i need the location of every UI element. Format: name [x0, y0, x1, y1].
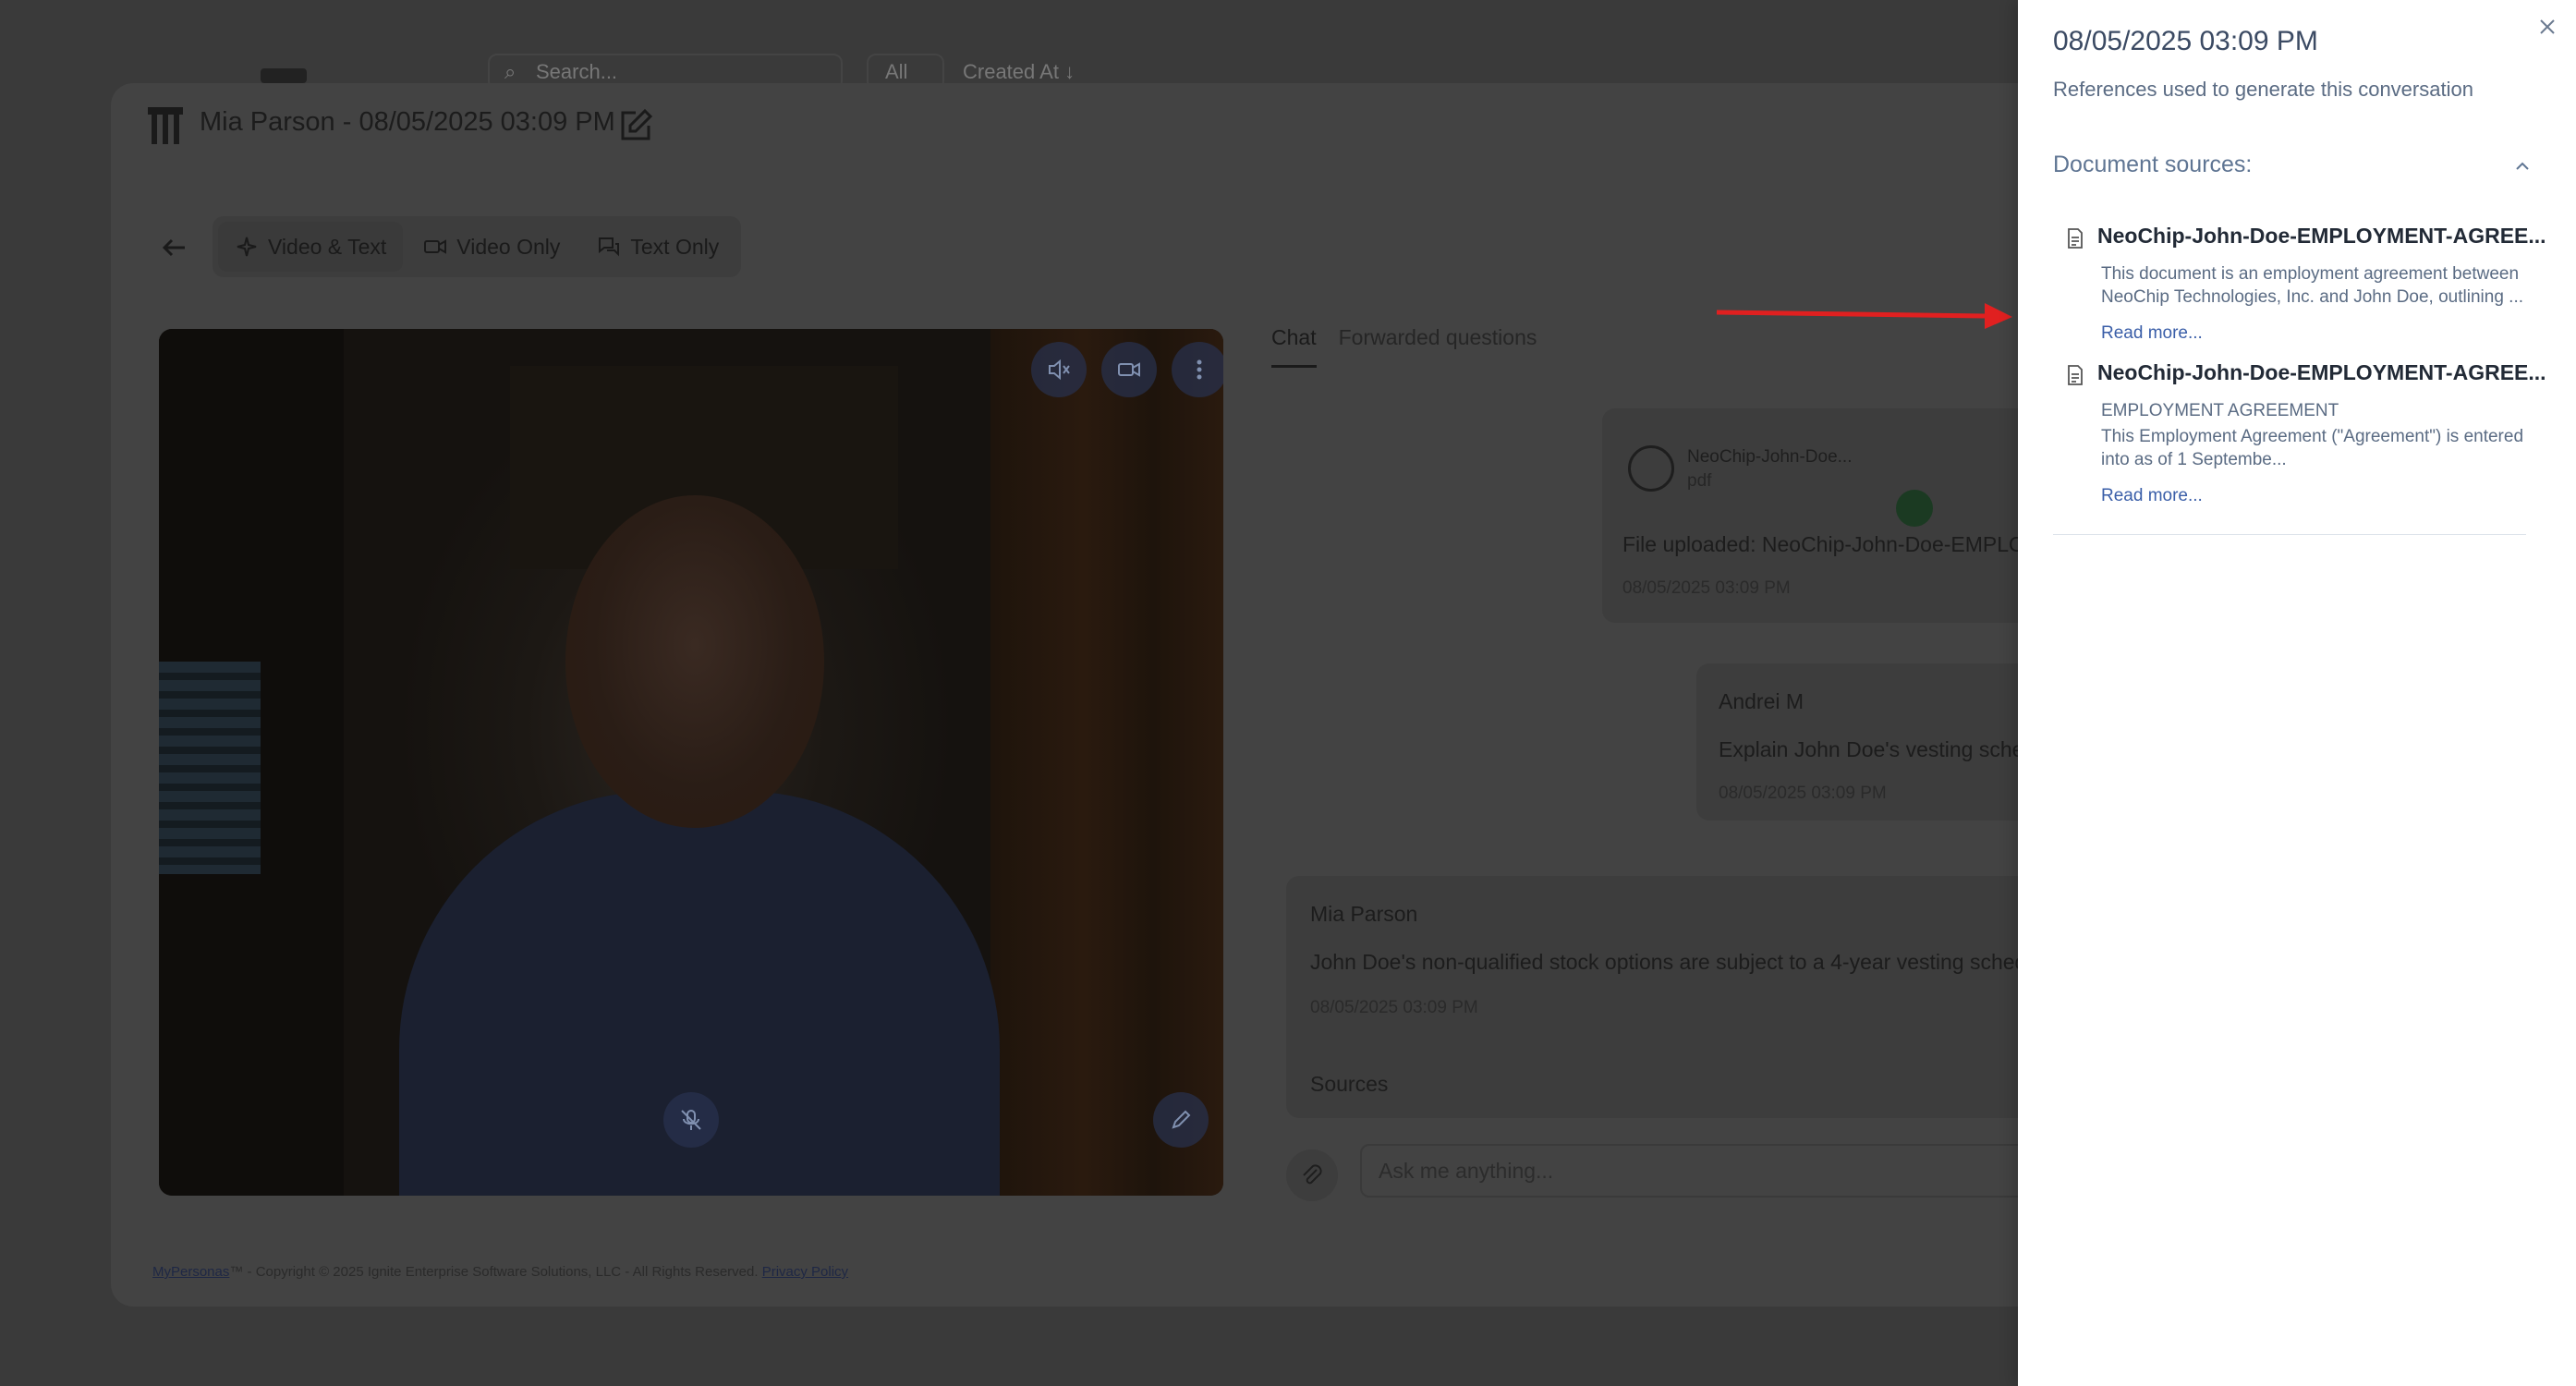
sources-link[interactable]: Sources	[1310, 1072, 1388, 1097]
file-name: NeoChip-John-Doe...	[1687, 447, 1853, 467]
source-name-link[interactable]: NeoChip-John-Doe-EMPLOYMENT-AGREE...	[2097, 224, 2546, 249]
chat-icon	[599, 237, 620, 257]
ask-input-placeholder: Ask me anything...	[1379, 1159, 1554, 1183]
search-placeholder: Search...	[536, 60, 618, 83]
video-books	[159, 662, 261, 874]
filter-value: All	[885, 60, 908, 83]
source-name-link[interactable]: NeoChip-John-Doe-EMPLOYMENT-AGREE...	[2097, 360, 2546, 385]
persona-message-text: John Doe's non-qualified stock options a…	[1310, 950, 2056, 974]
sparkle-icon	[237, 237, 257, 257]
view-mode-toggle: Video & Text Video Only Text Only	[213, 216, 742, 277]
speaker-off-icon	[1049, 359, 1070, 381]
modal-title: Mia Parson - 08/05/2025 03:09 PM	[200, 107, 615, 137]
camera-button[interactable]	[1101, 342, 1157, 397]
document-sources-header[interactable]: Document sources:	[2053, 150, 2533, 183]
tab-forwarded-questions[interactable]: Forwarded questions	[1339, 325, 1537, 368]
mode-label: Video Only	[456, 234, 561, 259]
source-description: This Employment Agreement ("Agreement") …	[2101, 427, 2524, 469]
chat-tabs: Chat Forwarded questions	[1271, 325, 1537, 368]
persona-video	[159, 329, 1223, 1196]
document-icon	[1628, 445, 1674, 492]
document-icon	[2068, 228, 2083, 249]
check-icon	[1896, 490, 1933, 527]
chevron-up-icon	[2516, 162, 2529, 170]
mode-label: Text Only	[630, 234, 720, 259]
persona-message-author: Mia Parson	[1310, 902, 1418, 926]
video-icon	[424, 239, 447, 254]
privacy-policy-link[interactable]: Privacy Policy	[762, 1264, 848, 1280]
paperclip-icon	[1303, 1164, 1322, 1185]
document-sources-title: Document sources:	[2053, 152, 2253, 177]
edit-icon[interactable]	[617, 107, 654, 144]
source-description: This document is an employment agreement…	[2101, 264, 2524, 307]
brand-link[interactable]: MyPersonas	[152, 1264, 229, 1280]
drawer-divider	[2053, 534, 2526, 535]
file-message-text: File uploaded: NeoChip-John-Doe-EMPLOY	[1622, 532, 2040, 556]
annotation-arrow-icon	[1717, 303, 2012, 329]
close-icon[interactable]	[2533, 13, 2561, 41]
read-more-link[interactable]: Read more...	[2101, 486, 2203, 506]
sort-label: Created At ↓	[963, 60, 1075, 83]
pen-button[interactable]	[1153, 1092, 1209, 1148]
read-more-link[interactable]: Read more...	[2101, 323, 2203, 344]
user-message-time: 08/05/2025 03:09 PM	[1719, 784, 1887, 803]
mic-off-icon	[681, 1110, 701, 1130]
persona-message-time: 08/05/2025 03:09 PM	[1310, 998, 1478, 1017]
persona-message: Mia Parson John Doe's non-qualified stoc…	[1286, 876, 2144, 1118]
file-type: pdf	[1687, 471, 1712, 491]
modal-header: Mia Parson - 08/05/2025 03:09 PM	[111, 83, 2144, 166]
user-message-author: Andrei M	[1719, 689, 1804, 713]
drawer-title: 08/05/2025 03:09 PM	[2053, 26, 2318, 56]
persona-logo-icon	[148, 107, 183, 144]
mic-button[interactable]	[663, 1092, 719, 1148]
references-drawer: 08/05/2025 03:09 PM References used to g…	[2018, 0, 2576, 1386]
user-message-text: Explain John Doe's vesting sched	[1719, 737, 2036, 761]
more-options-button[interactable]	[1172, 342, 1223, 397]
video-curtain	[990, 329, 1223, 1196]
app-logo	[261, 68, 307, 83]
kebab-menu-icon	[1197, 359, 1202, 380]
file-chip[interactable]: NeoChip-John-Doe... pdf	[1628, 445, 1933, 527]
video-person-head	[565, 495, 824, 828]
tab-chat[interactable]: Chat	[1271, 325, 1317, 368]
copyright-text: - Copyright © 2025 Ignite Enterprise Sof…	[243, 1264, 762, 1280]
mode-video-text-button[interactable]: Video & Text	[218, 222, 404, 272]
conversation-modal: Mia Parson - 08/05/2025 03:09 PM Video &…	[111, 83, 2144, 1307]
document-icon	[2068, 365, 2083, 385]
attach-button[interactable]	[1286, 1149, 1338, 1201]
trademark-symbol: ™	[229, 1264, 244, 1280]
pen-icon	[1172, 1110, 1191, 1129]
mute-speaker-button[interactable]	[1031, 342, 1087, 397]
drawer-subtitle: References used to generate this convers…	[2053, 78, 2473, 101]
mode-video-only-button[interactable]: Video Only	[407, 222, 577, 272]
mode-text-only-button[interactable]: Text Only	[580, 222, 735, 272]
file-message-time: 08/05/2025 03:09 PM	[1622, 578, 1791, 598]
mode-label: Video & Text	[268, 234, 387, 259]
source-heading: EMPLOYMENT AGREEMENT	[2101, 401, 2339, 420]
back-arrow-icon[interactable]	[157, 231, 190, 264]
camera-icon	[1118, 362, 1140, 377]
modal-footer: MyPersonas™ - Copyright © 2025 Ignite En…	[152, 1264, 848, 1280]
